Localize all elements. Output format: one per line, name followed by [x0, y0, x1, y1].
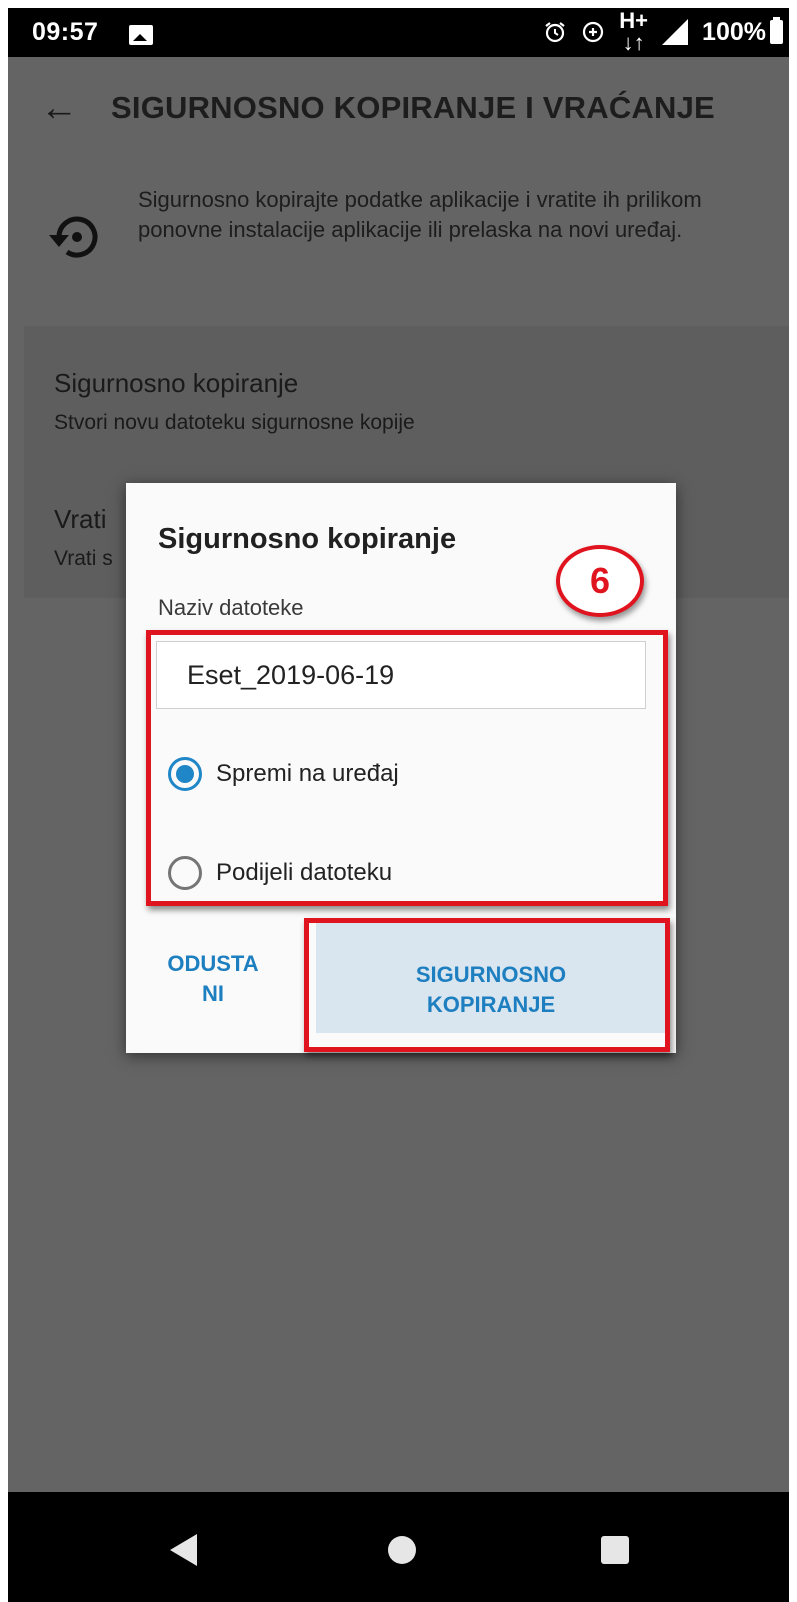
dialog-title: Sigurnosno kopiranje: [158, 523, 457, 555]
page-title: SIGURNOSNO KOPIRANJE I VRAĆANJE: [111, 90, 715, 125]
status-icons: H+ ↓↑ 100%: [543, 10, 783, 54]
nav-recents-icon[interactable]: [601, 1536, 629, 1564]
backup-item-title: Sigurnosno kopiranje: [54, 368, 299, 398]
backup-item-subtitle: Stvori novu datoteku sigurnosne kopije: [54, 411, 415, 434]
phone-screen: 09:57 H+ ↓↑ 100% ← SIGURNOSNO KOPIRANJE I…: [8, 8, 789, 1602]
cancel-label-line1: ODUSTA: [167, 951, 259, 976]
signal-icon: [662, 19, 689, 45]
backup-setting-item[interactable]: Sigurnosno kopiranje Stvori novu datotek…: [24, 326, 789, 462]
intro-description: Sigurnosno kopirajte podatke aplikacije …: [138, 187, 702, 242]
restore-item-title: Vrati: [54, 504, 107, 534]
battery-icon: [770, 17, 783, 44]
step-number-badge: 6: [556, 545, 644, 617]
navigation-bar: [8, 1492, 789, 1602]
filename-label: Naziv datoteke: [158, 595, 304, 620]
nav-home-icon[interactable]: [388, 1536, 416, 1564]
nav-back-icon[interactable]: [170, 1534, 197, 1566]
highlight-box-options: [146, 630, 668, 906]
status-bar: 09:57 H+ ↓↑ 100%: [8, 8, 789, 57]
back-arrow-icon[interactable]: ←: [40, 87, 78, 130]
cancel-label-line2: NI: [202, 981, 224, 1006]
cancel-button[interactable]: ODUSTA NI: [154, 949, 272, 1009]
alarm-icon: [545, 22, 565, 43]
restore-item-subtitle: Vrati s: [54, 547, 113, 570]
network-type-icon: H+ ↓↑: [619, 8, 649, 55]
network-type-label: H+: [619, 8, 649, 33]
status-time: 09:57: [32, 18, 99, 46]
app-bar: ← SIGURNOSNO KOPIRANJE I VRAĆANJE: [8, 57, 789, 161]
data-saver-icon: [583, 21, 604, 43]
backup-restore-icon: [49, 216, 98, 258]
battery-percent: 100%: [702, 17, 766, 46]
image-icon: [129, 25, 153, 45]
highlight-box-backup-button: [304, 918, 670, 1052]
